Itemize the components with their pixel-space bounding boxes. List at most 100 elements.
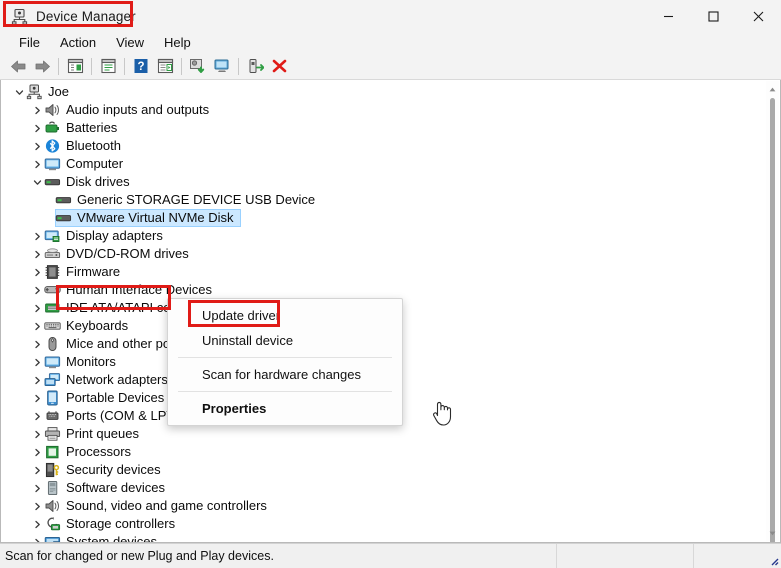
menu-action[interactable]: Action (50, 32, 106, 53)
storage-controller-icon (44, 516, 61, 532)
update-driver-icon[interactable] (186, 55, 210, 77)
tree-item-label: Storage controllers (66, 516, 176, 531)
network-adapter-icon (44, 372, 61, 388)
back-icon[interactable] (6, 55, 30, 77)
resize-grip[interactable] (767, 554, 779, 566)
tree-item-print-queues[interactable]: Print queues (1, 425, 766, 443)
disk-icon (44, 174, 61, 190)
tree-item-bluetooth[interactable]: Bluetooth (1, 137, 766, 155)
portable-device-icon (44, 390, 61, 406)
vertical-scrollbar[interactable] (766, 81, 779, 542)
tree-item-display-adapters[interactable]: Display adapters (1, 227, 766, 245)
device-manager-icon (11, 8, 28, 25)
chevron-right-icon[interactable] (31, 371, 44, 389)
security-device-icon (44, 462, 61, 478)
printer-icon (44, 426, 61, 442)
tree-item-vmware-virtual-nvme-disk[interactable]: VMware Virtual NVMe Disk (1, 209, 766, 227)
context-menu-item-properties[interactable]: Properties (168, 396, 402, 421)
tree-item-label: Firmware (66, 264, 121, 279)
bluetooth-icon (44, 138, 61, 154)
tree-item-batteries[interactable]: Batteries (1, 119, 766, 137)
chevron-right-icon[interactable] (31, 425, 44, 443)
context-menu-item-update-driver[interactable]: Update driver (168, 303, 402, 328)
chevron-right-icon[interactable] (31, 263, 44, 281)
dvd-drive-icon (44, 246, 61, 262)
maximize-button[interactable] (691, 0, 736, 32)
scroll-down-button[interactable] (766, 526, 779, 540)
chevron-right-icon[interactable] (31, 389, 44, 407)
tree-item-software-devices[interactable]: Software devices (1, 479, 766, 497)
tree-item-label: Portable Devices (66, 390, 165, 405)
tree-item-generic-storage-device-usb-device[interactable]: Generic STORAGE DEVICE USB Device (1, 191, 766, 209)
tree-item-processors[interactable]: Processors (1, 443, 766, 461)
menu-file[interactable]: File (9, 32, 50, 53)
tree-item-label: Sound, video and game controllers (66, 498, 267, 513)
chevron-right-icon[interactable] (31, 335, 44, 353)
close-button[interactable] (736, 0, 781, 32)
properties-icon[interactable] (96, 55, 120, 77)
chevron-right-icon[interactable] (31, 497, 44, 515)
toolbar-separator (238, 57, 239, 75)
chevron-right-icon[interactable] (31, 281, 44, 299)
computer-icon (26, 84, 43, 100)
chevron-right-icon[interactable] (31, 515, 44, 533)
help-icon[interactable]: ? (129, 55, 153, 77)
chevron-right-icon[interactable] (31, 353, 44, 371)
show-hide-action-pane-icon[interactable] (153, 55, 177, 77)
tree-item-dvd-cd-rom-drives[interactable]: DVD/CD-ROM drives (1, 245, 766, 263)
chevron-right-icon[interactable] (31, 245, 44, 263)
monitor-icon (44, 156, 61, 172)
tree-item-joe[interactable]: Joe (1, 83, 766, 101)
tree-item-security-devices[interactable]: Security devices (1, 461, 766, 479)
tree-item-human-interface-devices[interactable]: Human Interface Devices (1, 281, 766, 299)
scan-hardware-changes-icon[interactable] (210, 55, 234, 77)
chevron-right-icon[interactable] (31, 533, 44, 542)
context-menu-item-uninstall-device[interactable]: Uninstall device (168, 328, 402, 353)
tree-item-computer[interactable]: Computer (1, 155, 766, 173)
tree-item-label: Batteries (66, 120, 118, 135)
tree-item-label: Processors (66, 444, 132, 459)
context-menu-separator (178, 391, 392, 392)
enable-device-icon[interactable] (243, 55, 267, 77)
chevron-right-icon[interactable] (31, 479, 44, 497)
mouse-icon (44, 336, 61, 352)
chevron-right-icon[interactable] (31, 137, 44, 155)
keyboard-icon (44, 318, 61, 334)
scroll-up-button[interactable] (766, 82, 779, 96)
window-controls (646, 0, 781, 32)
menu-view[interactable]: View (106, 32, 154, 53)
chevron-right-icon[interactable] (31, 317, 44, 335)
menu-help[interactable]: Help (154, 32, 201, 53)
status-bar-panel-2 (556, 544, 693, 568)
chevron-right-icon[interactable] (31, 299, 44, 317)
tree-item-firmware[interactable]: Firmware (1, 263, 766, 281)
scrollbar-thumb[interactable] (770, 98, 775, 542)
minimize-button[interactable] (646, 0, 691, 32)
tree-item-disk-drives[interactable]: Disk drives (1, 173, 766, 191)
menu-bar: File Action View Help (0, 32, 781, 53)
device-manager-window: Device Manager File Action View Help ? J… (0, 0, 781, 568)
chevron-right-icon[interactable] (31, 227, 44, 245)
tree-item-label: System devices (66, 534, 158, 543)
chevron-down-icon[interactable] (31, 173, 44, 191)
tree-item-label: Monitors (66, 354, 116, 369)
chevron-right-icon[interactable] (31, 101, 44, 119)
context-menu-item-scan-for-hardware-changes[interactable]: Scan for hardware changes (168, 362, 402, 387)
chevron-right-icon[interactable] (31, 155, 44, 173)
tree-item-sound-video-and-game-controllers[interactable]: Sound, video and game controllers (1, 497, 766, 515)
chevron-right-icon[interactable] (31, 443, 44, 461)
tree-item-system-devices[interactable]: System devices (1, 533, 766, 543)
uninstall-device-icon[interactable] (267, 55, 291, 77)
toolbar-separator (124, 57, 125, 75)
tree-item-storage-controllers[interactable]: Storage controllers (1, 515, 766, 533)
chevron-down-icon[interactable] (13, 83, 26, 101)
battery-icon (44, 120, 61, 136)
chevron-right-icon[interactable] (31, 461, 44, 479)
forward-icon[interactable] (30, 55, 54, 77)
show-hide-console-tree-icon[interactable] (63, 55, 87, 77)
chevron-right-icon[interactable] (31, 119, 44, 137)
tree-item-label: Computer (66, 156, 124, 171)
sound-controller-icon (44, 498, 61, 514)
chevron-right-icon[interactable] (31, 407, 44, 425)
tree-item-audio-inputs-and-outputs[interactable]: Audio inputs and outputs (1, 101, 766, 119)
